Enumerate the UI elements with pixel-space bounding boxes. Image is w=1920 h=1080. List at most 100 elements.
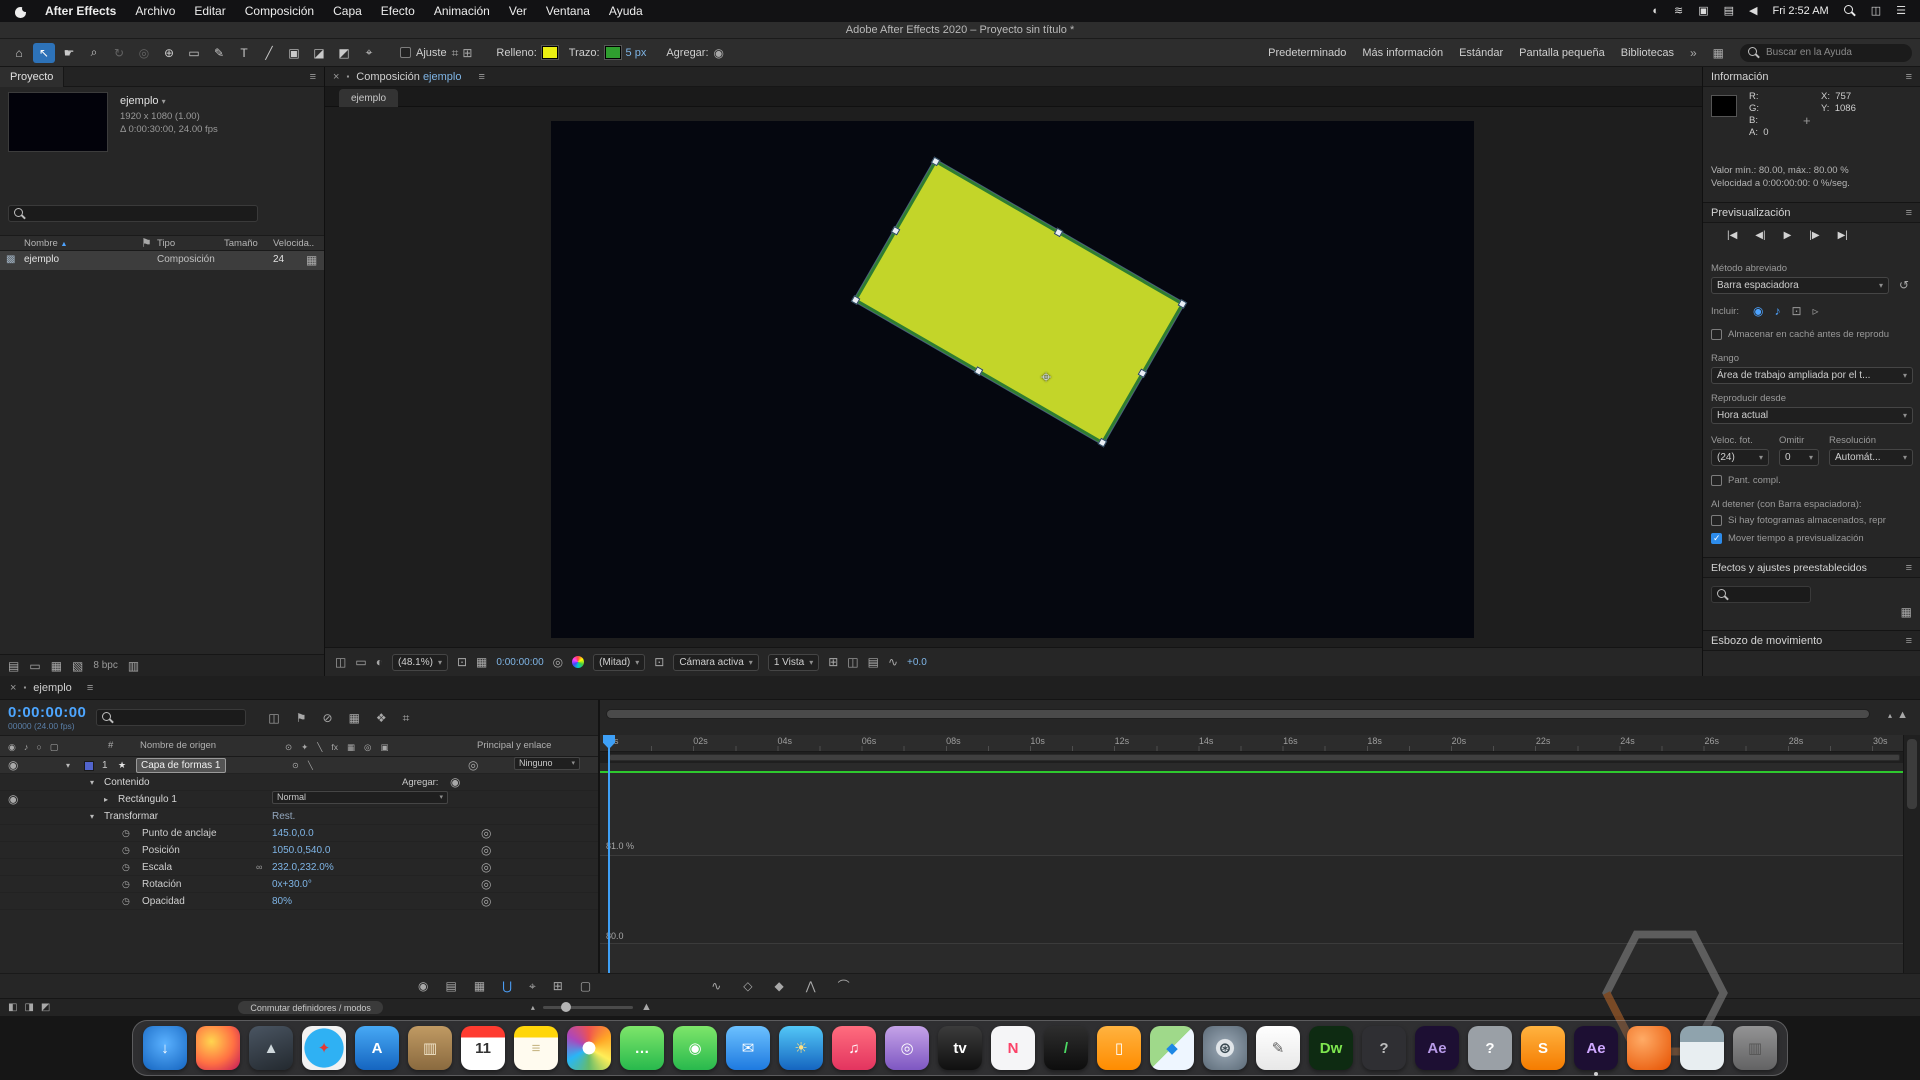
system-preferences-icon[interactable]: ⊛	[1203, 1026, 1247, 1070]
motion-sketch-title[interactable]: Esbozo de movimiento	[1711, 635, 1822, 647]
move-time-checkbox[interactable]	[1711, 533, 1722, 544]
resolution-dropdown[interactable]: Automát...	[1829, 449, 1913, 466]
prev-frame-button[interactable]: ◀|	[1755, 231, 1765, 241]
column-nombre[interactable]: Nombre ▲	[24, 238, 67, 249]
snapshot-camera-icon[interactable]: ◎	[553, 656, 563, 668]
linear-keyframe-icon[interactable]: ⋀	[806, 980, 816, 992]
eraser-tool-icon[interactable]: ◪	[308, 43, 330, 63]
resolution-dropdown[interactable]: (Mitad)	[593, 654, 645, 671]
orange-sphere-icon[interactable]	[1627, 1026, 1671, 1070]
wifi-icon[interactable]: ≋	[1674, 6, 1683, 17]
timeline-zoom-out-icon[interactable]: ▴	[531, 1004, 535, 1012]
property-value[interactable]: 80%	[272, 893, 292, 910]
volume-icon[interactable]: ◀	[1749, 6, 1757, 17]
item-name[interactable]: ejemplo	[24, 254, 59, 265]
podcasts-icon[interactable]: ◎	[885, 1026, 929, 1070]
cached-frames-checkbox[interactable]	[1711, 515, 1722, 526]
handle-bottom-center[interactable]	[974, 366, 984, 376]
downloads-icon[interactable]: ↓	[143, 1026, 187, 1070]
comp-mini-flowchart-icon[interactable]: ◫	[268, 712, 279, 724]
stroke-width-value[interactable]: 5 px	[626, 47, 647, 59]
expand-time-controls-icon[interactable]: ◩	[41, 1003, 50, 1013]
menu-item[interactable]: Composición	[245, 4, 314, 18]
cache-checkbox[interactable]	[1711, 329, 1722, 340]
label-color-column-icon[interactable]: ⚑	[141, 237, 152, 249]
motion-blur-icon[interactable]: ❖	[376, 712, 387, 724]
spotlight-icon[interactable]	[1844, 5, 1856, 17]
show-transform-box-icon[interactable]: ▦	[474, 980, 485, 992]
layer-name[interactable]: Capa de formas 1	[136, 758, 226, 773]
reset-link[interactable]: Rest.	[272, 808, 295, 825]
workspace-item[interactable]: Bibliotecas	[1621, 47, 1674, 59]
hide-shy-layers-icon[interactable]: ⊘	[323, 712, 333, 724]
expand-layer-switches-icon[interactable]: ◧	[8, 1003, 17, 1013]
next-frame-button[interactable]: |▶	[1809, 231, 1819, 241]
snap-grid-icon[interactable]: ⌗	[452, 47, 459, 59]
timeline-search-input[interactable]	[118, 712, 240, 723]
rectangle-row[interactable]: ◉ ▸ Rectángulo 1 Normal	[0, 791, 600, 808]
magnification-dropdown[interactable]: (48.1%)	[392, 654, 448, 671]
current-time-display[interactable]: 0:00:00:00	[8, 704, 86, 721]
property-row[interactable]: ◷ Opacidad 80% ◎	[0, 893, 600, 910]
tab-composicion[interactable]: Composición ejemplo	[356, 71, 461, 83]
stopwatch-icon[interactable]: ◷	[122, 842, 130, 859]
skip-dropdown[interactable]: 0	[1779, 449, 1819, 466]
interpret-footage-icon[interactable]: ▤	[8, 660, 19, 672]
column-parent-link[interactable]: Principal y enlace	[477, 740, 551, 751]
time-navigator-bar[interactable]	[606, 709, 1870, 719]
photos-icon[interactable]	[567, 1026, 611, 1070]
range-dropdown[interactable]: Área de trabajo ampliada por el t...	[1711, 367, 1913, 384]
pen-tool-icon[interactable]: ✎	[208, 43, 230, 63]
screenshot-app-icon[interactable]	[1680, 1026, 1724, 1070]
handle-mid-left[interactable]	[891, 226, 901, 236]
last-frame-button[interactable]: ▶|	[1838, 231, 1848, 241]
stopwatch-icon[interactable]: ◷	[122, 876, 130, 893]
home-icon[interactable]: ⌂	[8, 43, 30, 63]
workspace-panel-icon[interactable]: ▦	[1713, 47, 1724, 59]
stopwatch-icon[interactable]: ◷	[122, 859, 130, 876]
after-effects-icon[interactable]: Ae	[1574, 1026, 1618, 1070]
messages-icon[interactable]: …	[620, 1026, 664, 1070]
property-value[interactable]: 1050.0,540.0	[272, 842, 330, 859]
menu-item[interactable]: Animación	[434, 4, 490, 18]
hand-tool-icon[interactable]: ☛	[58, 43, 80, 63]
parent-pickwhip-icon[interactable]: ◎	[468, 757, 478, 774]
shortcut-dropdown[interactable]: Barra espaciadora	[1711, 277, 1889, 294]
workspace-item[interactable]: Más información	[1362, 47, 1443, 59]
facetime-icon[interactable]: ◉	[673, 1026, 717, 1070]
property-pickwhip-icon[interactable]: ◎	[481, 825, 491, 842]
news-icon[interactable]: N	[991, 1026, 1035, 1070]
new-folder-icon[interactable]: ▭	[29, 660, 40, 672]
region-of-interest-icon[interactable]: ⊞	[828, 656, 838, 668]
property-pickwhip-icon[interactable]: ◎	[481, 876, 491, 893]
handle-top-center[interactable]	[1054, 228, 1064, 238]
panel-menu-icon[interactable]: ≡	[1906, 562, 1912, 574]
menu-item[interactable]: Efecto	[381, 4, 415, 18]
menu-item[interactable]: After Effects	[45, 4, 116, 18]
exposure-value[interactable]: +0.0	[907, 657, 927, 668]
bit-depth-label[interactable]: 8 bpc	[93, 660, 117, 671]
snap-checkbox[interactable]	[400, 47, 411, 58]
timeline-zoom-in-icon[interactable]: ▲	[641, 1002, 652, 1013]
separate-dimensions-icon[interactable]: ∿	[711, 980, 721, 992]
maps-icon[interactable]: ◆	[1150, 1026, 1194, 1070]
zoom-in-mountain-icon[interactable]: ▲	[1897, 710, 1908, 721]
books-icon[interactable]: ▯	[1097, 1026, 1141, 1070]
transform-row[interactable]: ▾ Transformar Rest.	[0, 808, 600, 825]
include-video-icon[interactable]: ◉	[1753, 305, 1763, 317]
twirl-open-icon[interactable]: ▾	[90, 774, 94, 791]
first-frame-button[interactable]: |◀	[1727, 231, 1737, 241]
effects-title[interactable]: Efectos y ajustes preestablecidos	[1711, 562, 1867, 574]
panel-menu-icon[interactable]: ≡	[310, 71, 316, 83]
transform-label[interactable]: Transformar	[104, 808, 158, 825]
control-center-icon[interactable]: ◫	[1871, 6, 1881, 17]
column-tipo[interactable]: Tipo	[157, 238, 175, 249]
add-shape-button-icon[interactable]: ◉	[450, 774, 460, 791]
stopwatch-icon[interactable]: ◷	[122, 825, 130, 842]
twirl-closed-icon[interactable]: ▸	[104, 791, 108, 808]
include-audio-icon[interactable]: ♪	[1774, 305, 1780, 317]
safari-icon[interactable]: ✦	[302, 1026, 346, 1070]
calendar-icon[interactable]: 11	[461, 1026, 505, 1070]
unknown-app-icon[interactable]: ?	[1362, 1026, 1406, 1070]
property-pickwhip-icon[interactable]: ◎	[481, 893, 491, 910]
